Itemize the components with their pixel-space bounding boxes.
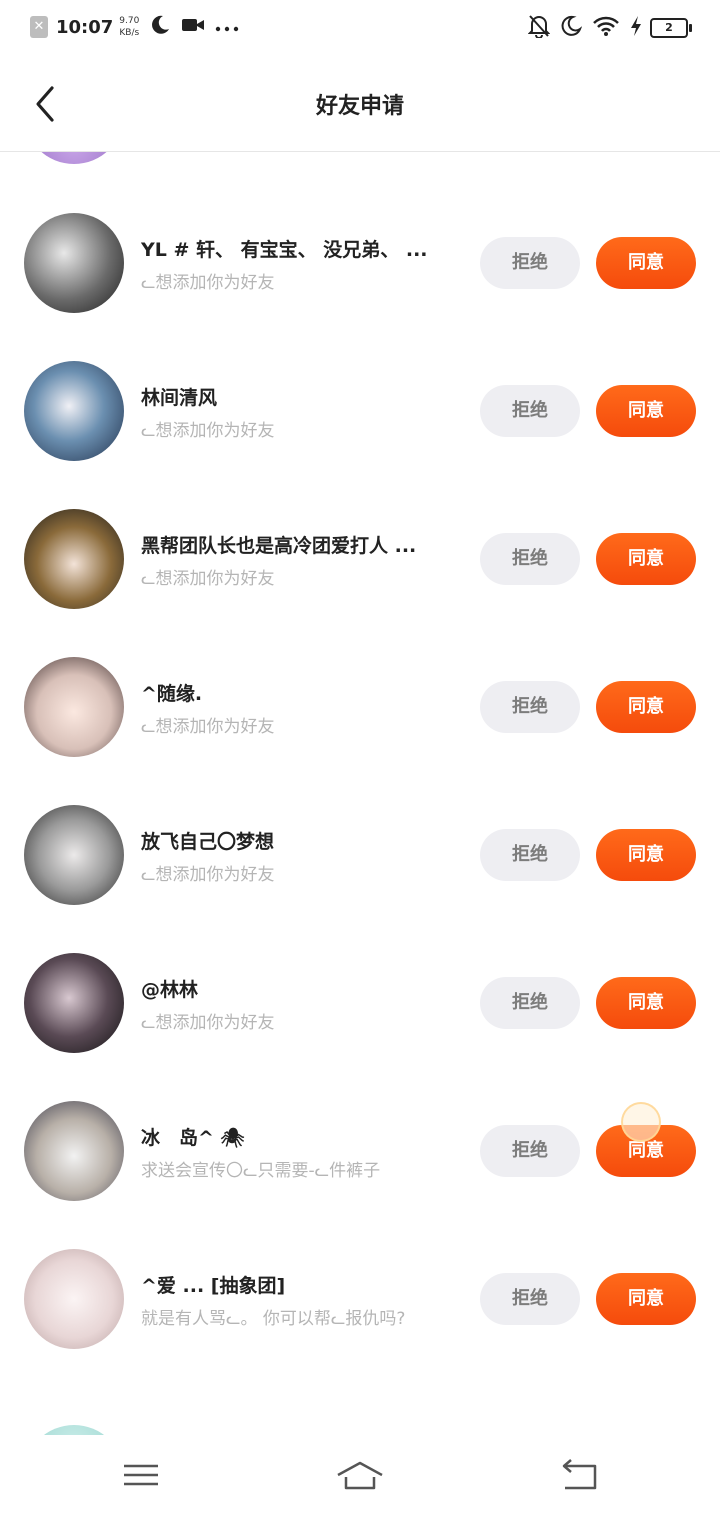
menu-button[interactable] bbox=[116, 1455, 166, 1495]
avatar[interactable] bbox=[24, 805, 124, 905]
list-item: 冰 岛^ 🕷 求送会宣传〇ᓚ只需要-ᓚ件裤子 拒绝 同意 bbox=[0, 1077, 720, 1225]
home-button[interactable] bbox=[335, 1455, 385, 1495]
network-speed-unit: KB/s bbox=[119, 28, 140, 38]
back-nav-button[interactable] bbox=[555, 1455, 605, 1495]
accept-button[interactable]: 同意 bbox=[596, 385, 696, 437]
menu-icon bbox=[124, 1464, 158, 1486]
reject-button[interactable]: 拒绝 bbox=[480, 1273, 580, 1325]
page-header: 好友申请 bbox=[0, 56, 720, 152]
list-item: 放飞自己〇梦想 ᓚ想添加你为好友 拒绝 同意 bbox=[0, 781, 720, 929]
list-item: 黑帮团队长也是高冷团爱打人 ... ᓚ想添加你为好友 拒绝 同意 bbox=[0, 485, 720, 633]
request-message: 就是有人骂ᓚ。 你可以帮ᓚ报仇吗? bbox=[141, 1309, 406, 1329]
accept-button[interactable]: 同意 bbox=[596, 237, 696, 289]
list-item: ^爱 ... [抽象团] 就是有人骂ᓚ。 你可以帮ᓚ报仇吗? 拒绝 同意 bbox=[0, 1225, 720, 1395]
touch-indicator bbox=[621, 1102, 661, 1142]
list-item: ^随缘. ᓚ想添加你为好友 拒绝 同意 bbox=[0, 633, 720, 781]
battery-icon: 2 bbox=[650, 18, 692, 38]
network-speed-value: 9.70 bbox=[119, 16, 140, 26]
moon-icon bbox=[560, 15, 583, 41]
sim-error-icon: ✕ bbox=[30, 16, 48, 38]
requester-name[interactable]: YL # 轩、 有宝宝、 没兄弟、 ... bbox=[141, 235, 461, 262]
requester-name[interactable]: @林林 bbox=[141, 975, 461, 1002]
request-message: 求送会宣传〇ᓚ只需要-ᓚ件裤子 bbox=[141, 1161, 381, 1181]
more-dots-icon bbox=[215, 18, 239, 37]
network-speed: 9.70 KB/s bbox=[119, 15, 139, 39]
accept-button[interactable]: 同意 bbox=[596, 977, 696, 1029]
reject-button[interactable]: 拒绝 bbox=[480, 829, 580, 881]
charging-bolt-icon bbox=[630, 15, 642, 41]
avatar[interactable] bbox=[24, 509, 124, 609]
reject-button[interactable]: 拒绝 bbox=[480, 385, 580, 437]
list-item: @林林 ᓚ想添加你为好友 拒绝 同意 bbox=[0, 929, 720, 1077]
avatar[interactable] bbox=[24, 213, 124, 313]
back-icon bbox=[562, 1459, 597, 1490]
list-item: YL # 轩、 有宝宝、 没兄弟、 ... ᓚ想添加你为好友 拒绝 同意 bbox=[0, 189, 720, 337]
reject-button[interactable]: 拒绝 bbox=[480, 681, 580, 733]
request-message: ᓚ想添加你为好友 bbox=[141, 569, 275, 589]
home-icon bbox=[337, 1461, 383, 1490]
request-message: ᓚ想添加你为好友 bbox=[141, 717, 275, 737]
avatar[interactable] bbox=[24, 1425, 124, 1435]
request-message: ᓚ想添加你为好友 bbox=[141, 421, 275, 441]
request-message: ᓚ想添加你为好友 bbox=[141, 1013, 275, 1033]
reject-button[interactable]: 拒绝 bbox=[480, 533, 580, 585]
wifi-icon bbox=[592, 15, 620, 41]
page-title: 好友申请 bbox=[315, 94, 404, 119]
accept-button[interactable]: 同意 bbox=[596, 533, 696, 585]
moon-icon bbox=[149, 14, 171, 40]
video-icon bbox=[181, 16, 205, 38]
request-message: ᓚ想添加你为好友 bbox=[141, 865, 275, 885]
avatar[interactable] bbox=[24, 361, 124, 461]
requester-name[interactable]: 黑帮团队长也是高冷团爱打人 ... bbox=[141, 531, 461, 558]
reject-button[interactable]: 拒绝 bbox=[480, 237, 580, 289]
requester-name[interactable]: 冰 岛^ 🕷 bbox=[141, 1123, 461, 1150]
avatar[interactable] bbox=[24, 1101, 124, 1201]
requester-name[interactable]: 放飞自己〇梦想 bbox=[141, 827, 461, 854]
requester-name[interactable]: ^随缘. bbox=[141, 679, 461, 706]
accept-button[interactable]: 同意 bbox=[596, 681, 696, 733]
request-message: ᓚ想添加你为好友 bbox=[141, 273, 275, 293]
avatar[interactable] bbox=[24, 657, 124, 757]
requester-name[interactable]: 林间清风 bbox=[141, 383, 461, 410]
requester-name[interactable]: ^爱 ... [抽象团] bbox=[141, 1271, 461, 1298]
accept-button[interactable]: 同意 bbox=[596, 829, 696, 881]
avatar[interactable] bbox=[24, 1249, 124, 1349]
accept-button[interactable]: 同意 bbox=[596, 1273, 696, 1325]
bell-off-icon bbox=[527, 14, 551, 42]
list-item: 林间清风 ᓚ想添加你为好友 拒绝 同意 bbox=[0, 337, 720, 485]
avatar[interactable] bbox=[24, 152, 124, 164]
reject-button[interactable]: 拒绝 bbox=[480, 977, 580, 1029]
avatar[interactable] bbox=[24, 953, 124, 1053]
friend-request-list[interactable]: YL # 轩、 有宝宝、 没兄弟、 ... ᓚ想添加你为好友 拒绝 同意 林间清… bbox=[0, 152, 720, 1435]
status-time: 10:07 bbox=[56, 16, 114, 38]
reject-button[interactable]: 拒绝 bbox=[480, 1125, 580, 1177]
status-bar: ✕ 10:07 9.70 KB/s 2 bbox=[0, 0, 720, 56]
system-nav-bar bbox=[0, 1435, 720, 1520]
